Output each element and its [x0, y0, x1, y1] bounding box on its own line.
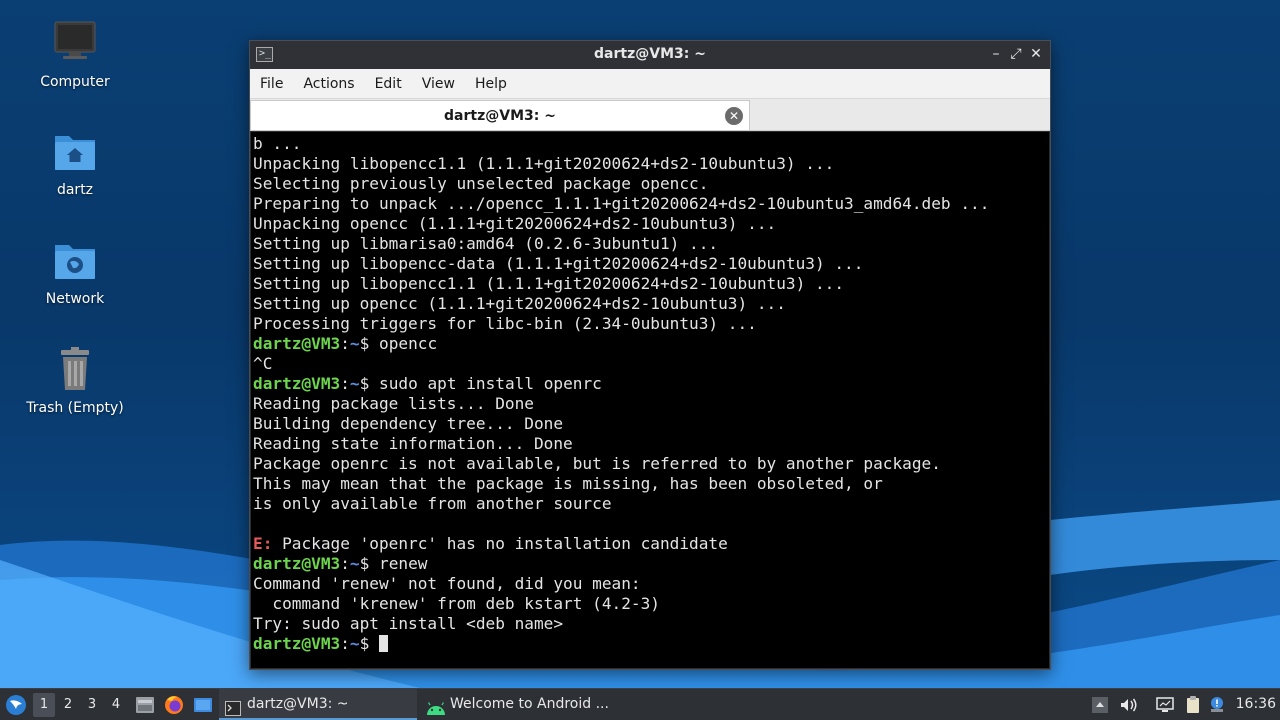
terminal-line: Command 'renew' not found, did you mean: — [253, 574, 641, 593]
terminal-window[interactable]: >_ dartz@VM3: ~ – ⤢ ✕ File Actions Edit Vie… — [249, 40, 1051, 670]
prompt-path: ~ — [349, 554, 360, 573]
minimize-button[interactable]: – — [988, 46, 1004, 62]
terminal-line: Reading state information... Done — [253, 434, 573, 453]
lubuntu-logo-icon — [6, 695, 26, 715]
tab-label: dartz@VM3: ~ — [444, 108, 556, 124]
tray-arrow-icon[interactable] — [1090, 695, 1110, 715]
window-title: dartz@VM3: ~ — [594, 46, 706, 62]
menu-bar: File Actions Edit View Help — [250, 69, 1050, 99]
menu-file[interactable]: File — [250, 69, 293, 99]
taskbar-task-terminal[interactable]: dartz@VM3: ~ — [219, 689, 417, 720]
network-monitor-icon[interactable] — [1155, 695, 1175, 715]
taskbar-task-android[interactable]: Welcome to Android ... — [419, 689, 619, 720]
prompt-symbol: $ — [359, 374, 380, 393]
trash-icon — [51, 346, 99, 394]
file-manager-launcher-icon[interactable] — [134, 694, 156, 716]
terminal-output[interactable]: b ... Unpacking libopencc1.1 (1.1.1+git20… — [251, 132, 1049, 668]
terminal-line: dartz@VM3:~$ opencc — [253, 334, 1049, 354]
prompt-user: dartz@VM3 — [253, 374, 341, 393]
prompt-symbol: $ — [359, 634, 380, 653]
terminal-line: Reading package lists... Done — [253, 394, 534, 413]
terminal-line: Unpacking opencc (1.1.1+git20200624+ds2-… — [253, 214, 777, 233]
firefox-launcher-icon[interactable] — [163, 694, 185, 716]
prompt-user: dartz@VM3 — [253, 634, 341, 653]
prompt-separator: : — [340, 374, 350, 393]
clipboard-icon[interactable] — [1183, 695, 1203, 715]
command-text: sudo apt install openrc — [379, 374, 602, 393]
terminal-line: ^C — [253, 354, 273, 373]
terminal-line: dartz@VM3:~$ renew — [253, 554, 1049, 574]
prompt-separator: : — [340, 334, 350, 353]
command-text: renew — [379, 554, 428, 573]
desktop-icon-label: Trash (Empty) — [26, 400, 124, 416]
desktop-icon-trash[interactable]: Trash (Empty) — [20, 346, 130, 416]
prompt-separator: : — [340, 634, 350, 653]
maximize-button[interactable]: ⤢ — [1008, 46, 1024, 62]
workspace-4[interactable]: 4 — [105, 693, 127, 717]
home-folder-icon — [51, 128, 99, 176]
terminal-line: Package openrc is not available, but is … — [253, 454, 941, 473]
error-message: Package 'openrc' has no installation can… — [272, 534, 728, 553]
computer-icon — [51, 20, 99, 68]
desktop-icon-label: Computer — [40, 74, 110, 90]
workspace-3[interactable]: 3 — [81, 693, 103, 717]
text-cursor — [379, 635, 389, 652]
desktop-icon-home-folder[interactable]: dartz — [20, 128, 130, 198]
terminal-line: Unpacking libopencc1.1 (1.1.1+git2020062… — [253, 154, 835, 173]
prompt-user: dartz@VM3 — [253, 554, 341, 573]
terminal-line: is only available from another source — [253, 494, 612, 513]
start-menu-button[interactable] — [4, 693, 28, 717]
update-notification-icon[interactable] — [1207, 695, 1227, 715]
terminal-line: Processing triggers for libc-bin (2.34-0… — [253, 314, 757, 333]
terminal-line: Setting up libopencc1.1 (1.1.1+git202006… — [253, 274, 845, 293]
terminal-line: Setting up opencc (1.1.1+git20200624+ds2… — [253, 294, 786, 313]
terminal-line: dartz@VM3:~$ — [253, 634, 1049, 654]
tab-terminal[interactable]: dartz@VM3: ~ ✕ — [250, 100, 750, 130]
prompt-symbol: $ — [359, 554, 380, 573]
tab-close-icon[interactable]: ✕ — [725, 107, 743, 125]
menu-actions[interactable]: Actions — [293, 69, 364, 99]
window-titlebar[interactable]: >_ dartz@VM3: ~ – ⤢ ✕ — [250, 41, 1050, 69]
prompt-path: ~ — [349, 634, 360, 653]
task-label: dartz@VM3: ~ — [247, 696, 349, 712]
error-prefix: E: — [253, 534, 273, 553]
workspace-2[interactable]: 2 — [57, 693, 79, 717]
terminal-line: This may mean that the package is missin… — [253, 474, 883, 493]
volume-icon[interactable] — [1118, 695, 1138, 715]
close-button[interactable]: ✕ — [1028, 46, 1044, 62]
terminal-line: b ... — [253, 134, 302, 153]
android-icon — [425, 697, 445, 715]
menu-view[interactable]: View — [412, 69, 465, 99]
terminal-icon — [225, 697, 241, 716]
terminal-line: Building dependency tree... Done — [253, 414, 564, 433]
menu-edit[interactable]: Edit — [365, 69, 412, 99]
terminal-line: Preparing to unpack .../opencc_1.1.1+git… — [253, 194, 990, 213]
tab-bar: dartz@VM3: ~ ✕ — [250, 99, 1050, 131]
prompt-path: ~ — [349, 334, 360, 353]
terminal-line: command 'krenew' from deb kstart (4.2-3) — [253, 594, 660, 613]
prompt-user: dartz@VM3 — [253, 334, 341, 353]
terminal-line: Setting up libopencc-data (1.1.1+git2020… — [253, 254, 864, 273]
menu-help[interactable]: Help — [465, 69, 517, 99]
terminal-line: E: Package 'openrc' has no installation … — [253, 534, 1049, 554]
terminal-line: Setting up libmarisa0:amd64 (0.2.6-3ubun… — [253, 234, 719, 253]
taskbar: 1 2 3 4 dartz@VM3: ~ Welcome to Android … — [0, 688, 1280, 720]
terminal-line: dartz@VM3:~$ sudo apt install openrc — [253, 374, 1049, 394]
prompt-separator: : — [340, 554, 350, 573]
show-desktop-icon[interactable] — [192, 694, 214, 716]
desktop-icon-label: dartz — [56, 182, 94, 198]
desktop-icon-label: Network — [45, 291, 105, 307]
desktop-icon-network[interactable]: Network — [20, 237, 130, 307]
prompt-symbol: $ — [359, 334, 380, 353]
workspace-1[interactable]: 1 — [33, 693, 55, 717]
task-label: Welcome to Android ... — [450, 696, 609, 712]
network-folder-icon — [51, 237, 99, 285]
clock[interactable]: 16:36 — [1236, 689, 1276, 720]
command-text: opencc — [379, 334, 438, 353]
terminal-line: Selecting previously unselected package … — [253, 174, 709, 193]
terminal-line: Try: sudo apt install <deb name> — [253, 614, 564, 633]
desktop-icon-computer[interactable]: Computer — [20, 20, 130, 90]
prompt-path: ~ — [349, 374, 360, 393]
